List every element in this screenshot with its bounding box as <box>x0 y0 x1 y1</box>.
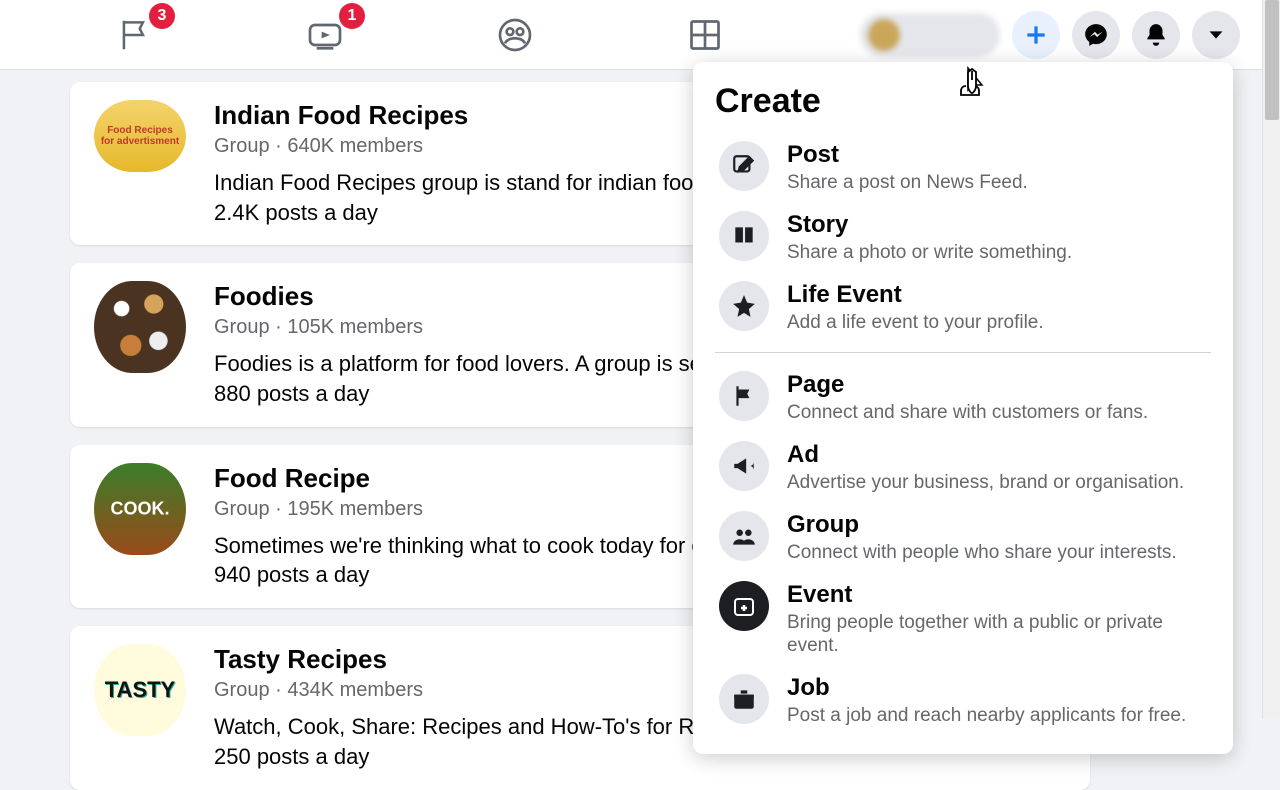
menu-item-title: Life Event <box>787 281 1207 309</box>
nav-gaming[interactable] <box>675 15 735 55</box>
menu-divider <box>715 352 1211 353</box>
menu-item-title: Page <box>787 371 1207 399</box>
menu-item-desc: Share a photo or write something. <box>787 241 1207 265</box>
group-thumbnail <box>94 463 186 555</box>
menu-item-desc: Connect with people who share your inter… <box>787 541 1207 565</box>
menu-item-desc: Add a life event to your profile. <box>787 311 1207 335</box>
menu-item-desc: Share a post on News Feed. <box>787 171 1207 195</box>
menu-item-desc: Advertise your business, brand or organi… <box>787 471 1207 495</box>
create-post[interactable]: Post Share a post on News Feed. <box>715 133 1211 203</box>
create-group[interactable]: Group Connect with people who share your… <box>715 503 1211 573</box>
scrollbar-thumb[interactable] <box>1265 0 1279 120</box>
menu-item-title: Ad <box>787 441 1207 469</box>
create-event[interactable]: Event Bring people together with a publi… <box>715 573 1211 667</box>
group-thumbnail <box>94 281 186 373</box>
flag-icon <box>719 371 769 421</box>
menu-item-title: Event <box>787 581 1207 609</box>
badge-watch: 1 <box>339 3 365 29</box>
nav-center: 3 1 <box>105 15 735 55</box>
account-menu-button[interactable] <box>1192 11 1240 59</box>
nav-right <box>860 11 1280 59</box>
group-icon <box>719 511 769 561</box>
vertical-scrollbar[interactable] <box>1262 0 1280 719</box>
menu-item-title: Group <box>787 511 1207 539</box>
megaphone-icon <box>719 441 769 491</box>
create-title: Create <box>715 82 1211 121</box>
menu-item-desc: Connect and share with customers or fans… <box>787 401 1207 425</box>
menu-item-title: Post <box>787 141 1207 169</box>
create-ad[interactable]: Ad Advertise your business, brand or org… <box>715 433 1211 503</box>
create-job[interactable]: Job Post a job and reach nearby applican… <box>715 666 1211 736</box>
bell-icon <box>1143 22 1169 48</box>
create-page[interactable]: Page Connect and share with customers or… <box>715 363 1211 433</box>
top-navbar: 3 1 <box>0 0 1280 70</box>
plus-icon <box>1023 22 1049 48</box>
gaming-icon <box>687 17 723 53</box>
badge-pages: 3 <box>149 3 175 29</box>
compose-icon <box>719 141 769 191</box>
menu-item-desc: Bring people together with a public or p… <box>787 611 1207 659</box>
nav-groups[interactable] <box>485 15 545 55</box>
star-icon <box>719 281 769 331</box>
notifications-button[interactable] <box>1132 11 1180 59</box>
create-story[interactable]: Story Share a photo or write something. <box>715 203 1211 273</box>
menu-item-desc: Post a job and reach nearby applicants f… <box>787 704 1207 728</box>
create-life-event[interactable]: Life Event Add a life event to your prof… <box>715 273 1211 343</box>
nav-watch[interactable]: 1 <box>295 15 355 55</box>
flag-icon <box>116 16 154 54</box>
groups-icon <box>495 15 535 55</box>
briefcase-icon <box>719 674 769 724</box>
messenger-icon <box>1083 22 1109 48</box>
group-thumbnail: TASTY <box>94 644 186 736</box>
create-button[interactable] <box>1012 11 1060 59</box>
nav-pages[interactable]: 3 <box>105 15 165 55</box>
calendar-plus-icon <box>719 581 769 631</box>
chevron-down-icon <box>1205 24 1227 46</box>
menu-item-title: Story <box>787 211 1207 239</box>
messenger-button[interactable] <box>1072 11 1120 59</box>
profile-chip[interactable] <box>860 13 1000 57</box>
book-icon <box>719 211 769 261</box>
menu-item-title: Job <box>787 674 1207 702</box>
create-dropdown: Create Post Share a post on News Feed. S… <box>693 62 1233 754</box>
group-thumbnail: Food Recipesfor advertisment <box>94 100 186 172</box>
